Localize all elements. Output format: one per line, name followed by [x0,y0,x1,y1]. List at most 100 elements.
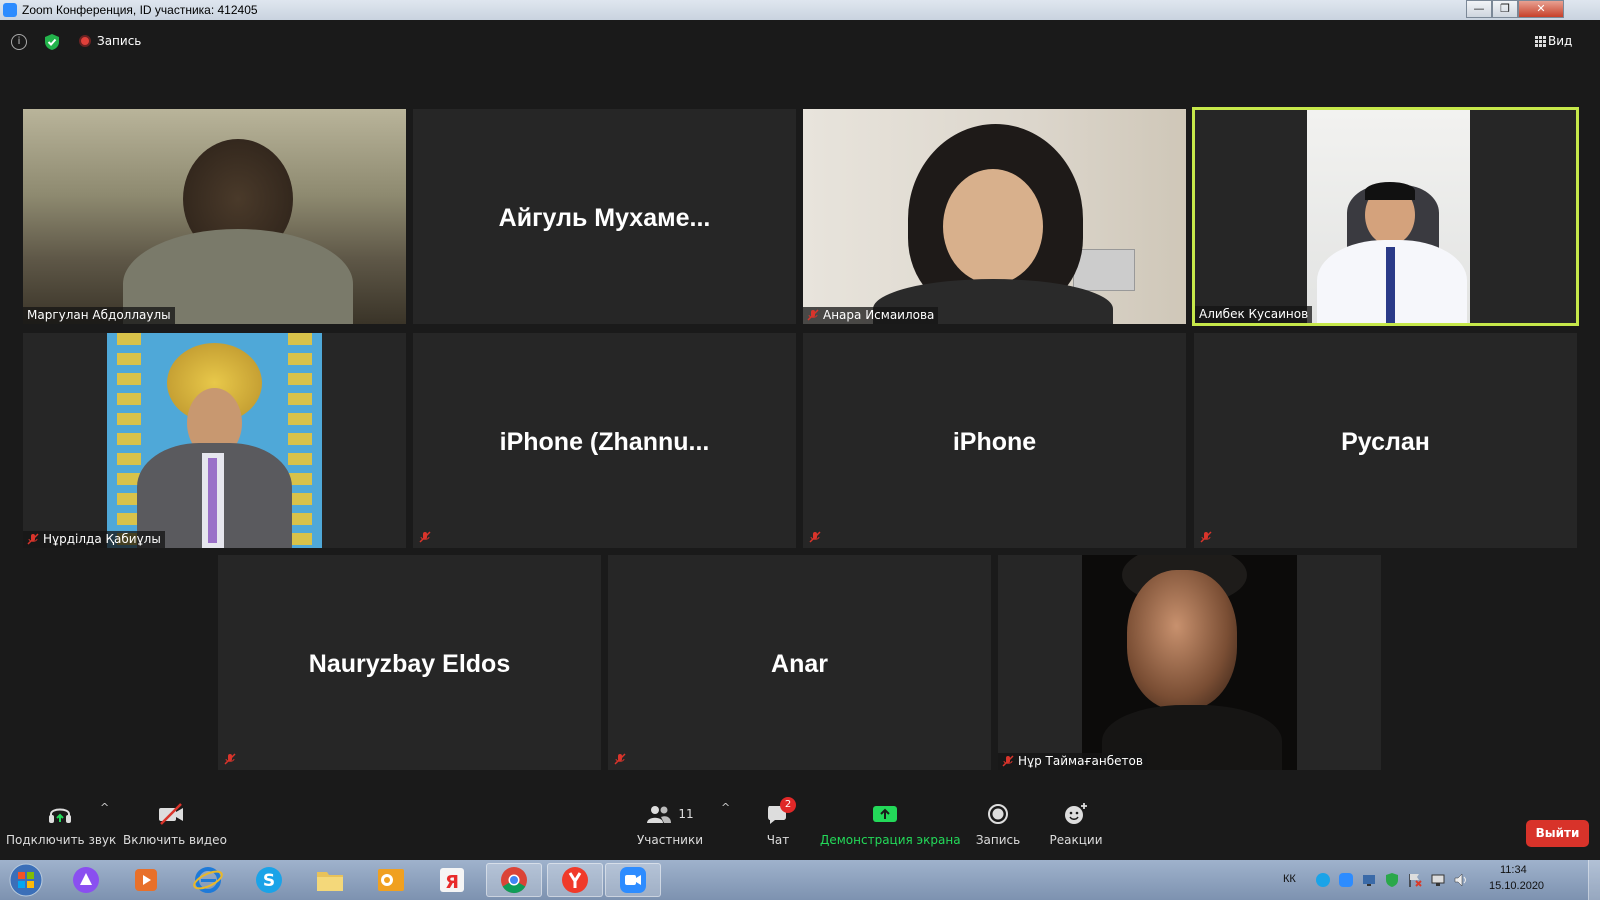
input-language-indicator[interactable]: КК [1283,873,1296,885]
folder-icon [317,872,343,891]
join-audio-label: Подключить звук [6,833,117,847]
windows-taskbar: S Я КК 11:34 15.10.2020 [0,860,1600,900]
participant-name-text: Нұр Таймағанбетов [1018,754,1143,768]
chat-button[interactable]: 2 Чат [758,793,798,847]
tray-action-center-flag-icon[interactable] [1407,872,1423,888]
chrome-icon [501,867,527,894]
start-video-label: Включить видео [123,833,227,847]
info-icon[interactable]: i [11,34,27,50]
share-screen-label: Демонстрация экрана [820,833,961,847]
participant-name-label: Нұр Таймағанбетов [998,753,1147,770]
window-title-bar: Zoom Конференция, ID участника: 412405 —… [0,0,1600,20]
participant-tile[interactable]: Nauryzbay Eldos [218,555,601,770]
share-screen-button[interactable]: Демонстрация экрана [820,793,961,847]
participant-tile[interactable]: Маргулан Абдоллаулы [23,109,406,324]
taskbar-chrome[interactable] [486,863,542,897]
muted-microphone-icon [807,309,819,321]
chat-label: Чат [766,833,790,847]
taskbar-alice-app[interactable] [60,863,112,897]
tray-display-icon[interactable] [1430,872,1446,888]
meeting-top-bar: i Запись Вид [0,20,1600,64]
participant-display-name: iPhone (Zhannu... [499,428,710,456]
tray-skype-icon[interactable] [1315,872,1331,888]
taskbar-media-player[interactable] [120,863,172,897]
participants-options-caret[interactable]: ^ [721,801,730,814]
participant-name-label: Нұрділда Қабиұлы [23,531,165,548]
outlook-icon [378,869,404,891]
muted-microphone-icon [1002,755,1014,767]
tray-clock-date[interactable]: 15.10.2020 [1489,880,1544,892]
muted-microphone-icon [614,753,626,765]
tray-clock-time[interactable]: 11:34 [1500,864,1527,876]
tray-security-shield-icon[interactable] [1384,872,1400,888]
taskbar-file-explorer[interactable] [304,863,356,897]
skype-icon: S [256,867,282,893]
participant-tile[interactable]: Нұр Таймағанбетов [998,555,1381,770]
participant-tile[interactable]: iPhone (Zhannu... [413,333,796,548]
start-video-button[interactable]: Включить видео [123,793,227,847]
participant-name-text: Анара Исмаилова [823,308,935,322]
participant-tile[interactable]: Анара Исмаилова [803,109,1186,324]
video-off-icon [159,803,183,825]
taskbar-yandex-browser[interactable] [547,863,603,897]
participant-name-label: Алибек Кусаинов [1195,306,1313,323]
tray-network-icon[interactable] [1361,872,1377,888]
leave-meeting-button[interactable]: Выйти [1526,820,1589,847]
maximize-button[interactable]: ❐ [1492,0,1518,18]
yandex-icon: Я [440,868,464,893]
audio-options-caret[interactable]: ^ [100,801,109,814]
share-screen-icon [873,806,897,822]
show-desktop-button[interactable] [1588,860,1600,900]
participant-tile[interactable]: Нұрділда Қабиұлы [23,333,406,548]
participant-tile[interactable]: iPhone [803,333,1186,548]
participant-display-name: Nauryzbay Eldos [308,650,511,678]
svg-text:S: S [263,871,275,891]
participant-tile-active-speaker[interactable]: Алибек Кусаинов [1192,107,1579,326]
taskbar-skype[interactable]: S [243,863,295,897]
close-window-button[interactable]: ✕ [1518,0,1564,18]
participants-button[interactable]: 11 Участники [632,793,708,847]
view-button[interactable]: Вид [1548,34,1572,48]
participants-count: 11 [678,807,694,821]
taskbar-zoom[interactable] [605,863,661,897]
zoom-logo-icon [3,3,17,17]
record-label: Запись [975,833,1021,847]
alice-assistant-icon [73,867,99,893]
participant-name-text: Нұрділда Қабиұлы [43,532,161,546]
muted-microphone-icon [1200,531,1212,543]
muted-microphone-icon [809,531,821,543]
tray-zoom-icon[interactable] [1338,872,1354,888]
window-title: Zoom Конференция, ID участника: 412405 [22,3,258,17]
minimize-button[interactable]: — [1466,0,1492,18]
join-audio-button[interactable]: Подключить звук [6,793,117,847]
participant-tile[interactable]: Anar [608,555,991,770]
participant-video [803,109,1186,324]
participant-video [1307,110,1470,323]
participant-name-label: Маргулан Абдоллаулы [23,307,175,324]
muted-microphone-icon [419,531,431,543]
taskbar-internet-explorer[interactable] [182,863,234,897]
encryption-shield-icon[interactable] [44,33,60,51]
gallery-view-icon[interactable] [1535,36,1546,47]
participants-label: Участники [636,833,704,847]
meeting-toolbar: Подключить звук ^ Включить видео 11 Учас… [0,793,1600,850]
chat-unread-badge: 2 [780,797,796,813]
participant-tile[interactable]: Айгуль Мухаме... [413,109,796,324]
participant-display-name: iPhone [952,428,1037,456]
participant-video [107,333,322,548]
recording-indicator-icon [79,35,91,47]
record-icon [988,804,1008,824]
taskbar-yandex[interactable]: Я [426,863,478,897]
start-button[interactable] [2,863,50,897]
participant-video [1082,555,1297,770]
reactions-label: Реакции [1049,833,1103,847]
headphones-icon [49,808,71,823]
participant-display-name: Anar [771,650,828,678]
tray-volume-icon[interactable] [1453,872,1469,888]
participant-name-label: Анара Исмаилова [803,307,939,324]
reactions-button[interactable]: Реакции [1046,793,1106,847]
participants-icon [647,806,672,823]
taskbar-outlook[interactable] [365,863,417,897]
record-button[interactable]: Запись [970,793,1026,847]
participant-tile[interactable]: Руслан [1194,333,1577,548]
